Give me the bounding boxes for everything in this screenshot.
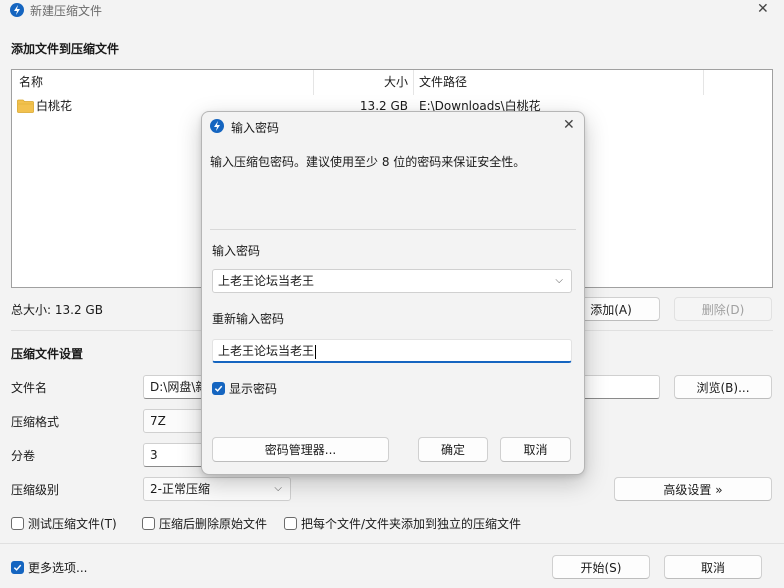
confirm-password-input[interactable]: 上老王论坛当老王 bbox=[212, 339, 572, 363]
delete-after-label: 压缩后删除原始文件 bbox=[159, 516, 268, 531]
password-manager-button[interactable]: 密码管理器... bbox=[212, 437, 389, 462]
split-label: 分卷 bbox=[11, 449, 36, 463]
more-options-toggle[interactable]: 更多选项... bbox=[11, 559, 87, 575]
password-dialog: 输入密码 ✕ 输入压缩包密码。建议使用至少 8 位的密码来保证安全性。 输入密码… bbox=[201, 111, 585, 475]
start-button[interactable]: 开始(S) bbox=[552, 555, 650, 579]
bolt-icon bbox=[210, 119, 224, 133]
divider bbox=[210, 229, 576, 230]
chevron-down-icon: ⌵ bbox=[274, 483, 282, 494]
settings-section-title: 压缩文件设置 bbox=[11, 347, 84, 361]
show-password-label: 显示密码 bbox=[229, 381, 278, 396]
column-header-path[interactable]: 文件路径 bbox=[419, 70, 467, 95]
files-section-title: 添加文件到压缩文件 bbox=[11, 42, 120, 56]
confirm-password-label: 重新输入密码 bbox=[212, 312, 285, 326]
window-close-button[interactable]: ✕ bbox=[757, 1, 769, 17]
column-header-name[interactable]: 名称 bbox=[19, 70, 43, 95]
folder-icon bbox=[17, 99, 34, 116]
level-label: 压缩级别 bbox=[11, 483, 60, 497]
password-label: 输入密码 bbox=[212, 244, 261, 258]
show-password-option[interactable]: 显示密码 bbox=[212, 380, 277, 396]
window-title: 新建压缩文件 bbox=[30, 4, 103, 18]
level-select[interactable]: 2-正常压缩 ⌵ bbox=[143, 477, 291, 501]
column-header-size[interactable]: 大小 bbox=[314, 70, 408, 95]
format-value: 7Z bbox=[150, 414, 166, 428]
ok-button[interactable]: 确定 bbox=[418, 437, 488, 462]
column-divider[interactable] bbox=[703, 70, 704, 95]
more-options-checkbox[interactable] bbox=[11, 560, 24, 574]
test-archive-checkbox[interactable] bbox=[11, 516, 24, 530]
file-name: 白桃花 bbox=[36, 99, 73, 113]
delete-after-checkbox[interactable] bbox=[142, 516, 155, 530]
chevron-down-icon[interactable]: ⌵ bbox=[555, 270, 563, 292]
bolt-icon bbox=[10, 3, 24, 17]
more-options-label: 更多选项... bbox=[28, 560, 88, 575]
dialog-close-button[interactable]: ✕ bbox=[563, 117, 575, 133]
advanced-settings-button[interactable]: 高级设置 » bbox=[614, 477, 772, 501]
confirm-password-value: 上老王论坛当老王 bbox=[218, 344, 315, 358]
cancel-button[interactable]: 取消 bbox=[664, 555, 762, 579]
separate-archives-checkbox[interactable] bbox=[284, 516, 297, 530]
remove-button[interactable]: 删除(D) bbox=[674, 297, 772, 321]
show-password-checkbox[interactable] bbox=[212, 381, 225, 395]
total-size-label: 总大小: 13.2 GB bbox=[11, 303, 103, 317]
text-caret bbox=[315, 344, 317, 359]
dialog-title: 输入密码 bbox=[231, 121, 280, 135]
password-input[interactable]: 上老王论坛当老王 ⌵ bbox=[212, 269, 572, 293]
column-divider[interactable] bbox=[413, 70, 414, 95]
separate-archives-option[interactable]: 把每个文件/文件夹添加到独立的压缩文件 bbox=[284, 515, 521, 531]
browse-button[interactable]: 浏览(B)... bbox=[674, 375, 772, 399]
format-label: 压缩格式 bbox=[11, 415, 60, 429]
test-archive-label: 测试压缩文件(T) bbox=[28, 516, 117, 531]
divider bbox=[0, 543, 784, 544]
dialog-cancel-button[interactable]: 取消 bbox=[500, 437, 571, 462]
dialog-message: 输入压缩包密码。建议使用至少 8 位的密码来保证安全性。 bbox=[210, 155, 526, 169]
level-value: 2-正常压缩 bbox=[150, 482, 210, 496]
delete-after-option[interactable]: 压缩后删除原始文件 bbox=[142, 515, 267, 531]
filename-label: 文件名 bbox=[11, 381, 48, 395]
separate-archives-label: 把每个文件/文件夹添加到独立的压缩文件 bbox=[301, 516, 522, 531]
password-value: 上老王论坛当老王 bbox=[218, 274, 315, 288]
test-archive-option[interactable]: 测试压缩文件(T) bbox=[11, 515, 117, 531]
